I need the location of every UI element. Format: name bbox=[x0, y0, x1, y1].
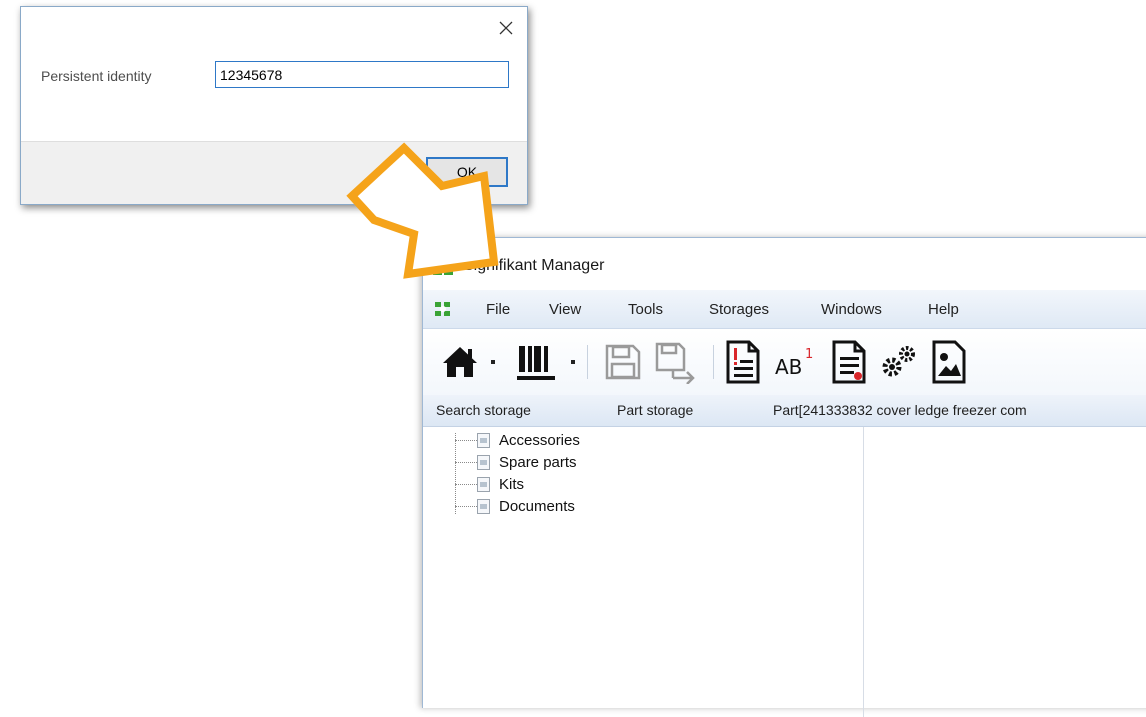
tree-connector bbox=[455, 462, 477, 463]
save-as-icon bbox=[655, 342, 695, 384]
tree-node-icon bbox=[477, 476, 490, 492]
menu-windows[interactable]: Windows bbox=[821, 301, 882, 318]
document-alert-icon bbox=[726, 340, 760, 384]
breadcrumb-search-storage[interactable]: Search storage bbox=[436, 402, 531, 418]
signifikant-manager-window: Signifikant Manager File View Tools Stor… bbox=[422, 237, 1146, 717]
image-icon bbox=[932, 340, 966, 384]
persistent-identity-input[interactable] bbox=[215, 61, 509, 88]
svg-text:AB: AB bbox=[775, 355, 802, 379]
tree-connector bbox=[455, 433, 456, 514]
toolbar-separator bbox=[587, 345, 588, 379]
barcode-button[interactable] bbox=[515, 338, 559, 386]
document-edit-icon bbox=[832, 340, 866, 384]
tree-connector bbox=[455, 484, 477, 485]
tree-item-label: Spare parts bbox=[499, 453, 577, 471]
save-button[interactable] bbox=[603, 338, 643, 386]
toolbar: AB 1 bbox=[423, 329, 1146, 396]
home-icon bbox=[443, 347, 477, 377]
tree-item-kits[interactable]: Kits bbox=[477, 474, 524, 494]
menu-view[interactable]: View bbox=[549, 301, 581, 318]
toolbar-separator bbox=[713, 345, 714, 379]
superscript-text-button[interactable]: AB 1 bbox=[773, 338, 819, 386]
tree-node-icon bbox=[477, 432, 490, 448]
save-as-button[interactable] bbox=[653, 338, 699, 386]
storage-tree: Accessories Spare parts Kits Documents bbox=[423, 427, 864, 717]
tree-item-documents[interactable]: Documents bbox=[477, 496, 575, 516]
title-bar: Signifikant Manager bbox=[423, 238, 1146, 290]
tree-connector bbox=[455, 506, 477, 507]
svg-text:1: 1 bbox=[805, 347, 813, 362]
home-button[interactable] bbox=[441, 338, 479, 386]
tree-node-icon bbox=[477, 454, 490, 470]
tree-item-label: Accessories bbox=[499, 431, 580, 449]
document-edit-button[interactable] bbox=[831, 338, 867, 386]
menu-file[interactable]: File bbox=[486, 301, 510, 318]
app-logo-icon bbox=[433, 257, 453, 275]
document-alert-button[interactable] bbox=[725, 338, 761, 386]
tree-item-label: Kits bbox=[499, 475, 525, 493]
breadcrumb: Search storage Part storage Part[2413338… bbox=[423, 395, 1146, 427]
home-dropdown-icon[interactable] bbox=[491, 360, 495, 364]
tree-connector bbox=[455, 440, 477, 441]
tree-item-spare-parts[interactable]: Spare parts bbox=[477, 452, 577, 472]
tree-node-icon bbox=[477, 498, 490, 514]
ok-button[interactable]: OK bbox=[426, 157, 508, 187]
menu-tools[interactable]: Tools bbox=[628, 301, 663, 318]
barcode-icon bbox=[517, 346, 555, 380]
breadcrumb-part[interactable]: Part[241333832 cover ledge freezer com bbox=[773, 402, 1027, 418]
settings-button[interactable] bbox=[879, 338, 919, 386]
persistent-identity-label: Persistent identity bbox=[41, 68, 152, 84]
barcode-dropdown-icon[interactable] bbox=[571, 360, 575, 364]
breadcrumb-part-storage[interactable]: Part storage bbox=[617, 402, 693, 418]
menu-help[interactable]: Help bbox=[928, 301, 959, 318]
superscript-text-icon: AB 1 bbox=[775, 347, 813, 379]
tree-item-label: Documents bbox=[499, 497, 575, 515]
menu-bar: File View Tools Storages Windows Help bbox=[423, 290, 1146, 329]
image-button[interactable] bbox=[931, 338, 967, 386]
close-button[interactable] bbox=[491, 15, 521, 41]
tree-item-accessories[interactable]: Accessories bbox=[477, 430, 580, 450]
persistent-identity-dialog: Persistent identity OK bbox=[20, 6, 528, 205]
dialog-footer: OK bbox=[21, 141, 527, 204]
window-title: Signifikant Manager bbox=[463, 257, 605, 274]
close-icon bbox=[499, 21, 513, 35]
menu-storages[interactable]: Storages bbox=[709, 301, 769, 318]
settings-gears-icon bbox=[882, 346, 915, 377]
app-menu-logo-icon[interactable] bbox=[433, 300, 453, 318]
save-icon bbox=[605, 344, 641, 380]
